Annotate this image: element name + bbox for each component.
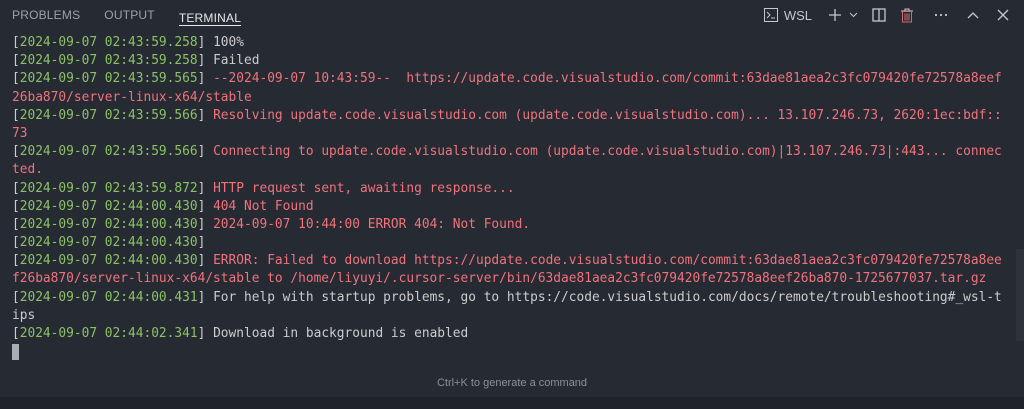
panel-tabs: PROBLEMS OUTPUT TERMINAL <box>0 0 253 30</box>
terminal-line: [2024-09-07 02:43:59.872] HTTP request s… <box>12 180 1002 198</box>
bracket-close: ] <box>197 216 214 232</box>
tab-problems[interactable]: PROBLEMS <box>12 0 80 30</box>
more-icon <box>934 13 948 17</box>
scrollbar-thumb[interactable] <box>1016 249 1024 341</box>
terminal-output[interactable]: [2024-09-07 02:43:59.258] 100% [2024-09-0… <box>12 34 1002 361</box>
log-message: Download in background is enabled <box>213 326 469 341</box>
bracket-close: ] <box>197 235 214 251</box>
bracket-close: ] <box>197 35 214 50</box>
bracket-close: ] <box>197 180 214 196</box>
prompt-line[interactable] <box>12 343 1002 361</box>
timestamp: 2024-09-07 02:43:59.565 <box>19 71 198 87</box>
log-message: 404 Not Found <box>213 198 314 214</box>
log-message: ERROR: Failed to download https://update… <box>213 253 1002 269</box>
bracket-open: [ <box>12 326 20 341</box>
split-terminal-button[interactable] <box>868 4 890 26</box>
generate-command-hint: Ctrl+K to generate a command <box>436 377 588 389</box>
timestamp: 2024-09-07 02:43:59.566 <box>19 144 198 160</box>
timestamp: 2024-09-07 02:44:00.430 <box>19 235 198 251</box>
log-message: f26ba870/server-linux-x64/stable to /hom… <box>12 271 987 287</box>
tab-output[interactable]: OUTPUT <box>104 0 155 30</box>
timestamp: 2024-09-07 02:43:59.566 <box>19 107 198 123</box>
terminal-line: [2024-09-07 02:44:00.430] 2024-09-07 10:… <box>12 216 1002 234</box>
terminal-cursor <box>12 343 19 360</box>
bracket-close: ] <box>197 253 214 269</box>
split-icon <box>872 8 886 22</box>
log-message: ips <box>12 307 36 323</box>
more-actions-button[interactable] <box>930 4 952 26</box>
terminal-line: 73 <box>12 125 1002 143</box>
bracket-open: [ <box>12 107 20 123</box>
terminal-line: [2024-09-07 02:43:59.566] Connecting to … <box>12 143 1002 161</box>
maximize-panel-button[interactable] <box>962 4 984 26</box>
status-strip <box>0 397 1024 409</box>
timestamp: 2024-09-07 02:43:59.872 <box>19 180 198 196</box>
shell-selector-button[interactable]: WSL <box>763 4 812 26</box>
timestamp: 2024-09-07 02:44:00.431 <box>19 289 198 305</box>
bracket-open: [ <box>12 235 20 251</box>
panel-actions: WSL <box>757 4 1014 26</box>
bracket-open: [ <box>12 253 20 269</box>
bracket-close: ] <box>197 289 214 305</box>
bracket-close: ] <box>197 326 214 341</box>
terminal-scrollbar[interactable] <box>1014 36 1024 354</box>
bracket-open: [ <box>12 198 20 214</box>
terminal-line: [2024-09-07 02:43:59.258] Failed <box>12 52 1002 70</box>
bracket-open: [ <box>12 180 20 196</box>
terminal-line: [2024-09-07 02:44:02.341] Download in ba… <box>12 325 1002 343</box>
log-message: Failed <box>213 53 260 69</box>
log-message: For help with startup problems, go to ht… <box>213 289 1002 305</box>
terminal-line: [2024-09-07 02:43:59.565] --2024-09-07 1… <box>12 70 1002 88</box>
tab-terminal[interactable]: TERMINAL <box>178 3 242 26</box>
log-message: 26ba870/server-linux-x64/stable <box>12 89 252 105</box>
bracket-close: ] <box>197 198 214 214</box>
plus-icon <box>828 8 842 22</box>
terminal-line: [2024-09-07 02:43:59.566] Resolving upda… <box>12 107 1002 125</box>
chevron-up-icon <box>967 11 979 19</box>
terminal-line: [2024-09-07 02:44:00.430] ERROR: Failed … <box>12 252 1002 270</box>
log-message: 2024-09-07 10:44:00 ERROR 404: Not Found… <box>213 216 531 232</box>
terminal-line: ips <box>12 307 1002 325</box>
terminal-dropdown-button[interactable] <box>848 4 858 26</box>
terminal-line: 26ba870/server-linux-x64/stable <box>12 89 1002 107</box>
log-message: Resolving update.code.visualstudio.com (… <box>213 107 1002 123</box>
log-message: --2024-09-07 10:43:59-- https://update.c… <box>213 71 1002 87</box>
bracket-close: ] <box>197 107 214 123</box>
bracket-close: ] <box>197 53 214 69</box>
bracket-close: ] <box>197 71 214 87</box>
terminal-line: [2024-09-07 02:44:00.430] <box>12 234 1002 252</box>
trash-icon <box>900 8 914 23</box>
bracket-close: ] <box>197 144 214 160</box>
chevron-down-icon <box>849 12 858 18</box>
terminal-line: [2024-09-07 02:44:00.431] For help with … <box>12 289 1002 307</box>
bracket-open: [ <box>12 216 20 232</box>
timestamp: 2024-09-07 02:43:59.258 <box>19 53 198 69</box>
timestamp: 2024-09-07 02:44:00.430 <box>19 198 198 214</box>
terminal-line: f26ba870/server-linux-x64/stable to /hom… <box>12 270 1002 288</box>
timestamp: 2024-09-07 02:44:02.341 <box>19 326 198 341</box>
log-message: HTTP request sent, awaiting response... <box>213 180 515 196</box>
close-icon <box>997 9 1009 21</box>
close-panel-button[interactable] <box>992 4 1014 26</box>
bracket-open: [ <box>12 289 20 305</box>
terminal-line: [2024-09-07 02:43:59.258] 100% <box>12 34 1002 52</box>
log-message: Connecting to update.code.visualstudio.c… <box>213 144 1002 160</box>
bracket-open: [ <box>12 53 20 69</box>
terminal-icon <box>763 7 779 23</box>
terminal-line: ted. <box>12 161 1002 179</box>
bracket-open: [ <box>12 144 20 160</box>
bracket-open: [ <box>12 35 20 50</box>
log-message: 73 <box>12 125 28 141</box>
new-terminal-button[interactable] <box>824 4 846 26</box>
kill-terminal-button[interactable] <box>896 4 918 26</box>
timestamp: 2024-09-07 02:43:59.258 <box>19 35 198 50</box>
shell-label: WSL <box>783 7 812 23</box>
timestamp: 2024-09-07 02:44:00.430 <box>19 216 198 232</box>
log-message: ted. <box>12 162 43 178</box>
timestamp: 2024-09-07 02:44:00.430 <box>19 253 198 269</box>
bracket-open: [ <box>12 71 20 87</box>
terminal-line: [2024-09-07 02:44:00.430] 404 Not Found <box>12 198 1002 216</box>
log-message: 100% <box>213 35 244 50</box>
